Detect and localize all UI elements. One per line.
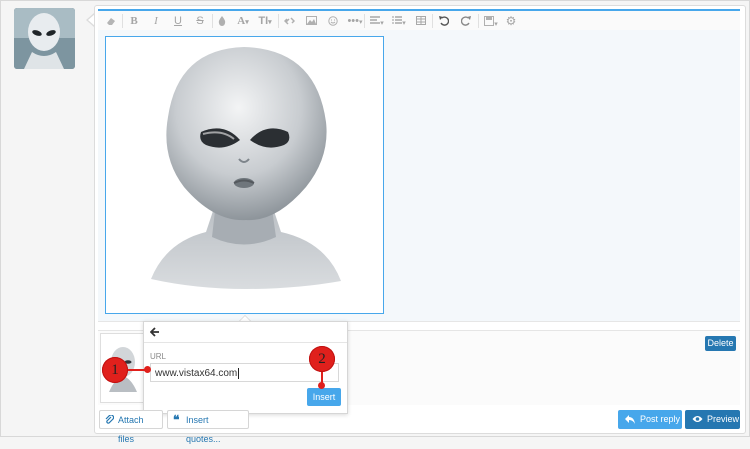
preview-button[interactable]: Preview (685, 410, 740, 429)
arrow-left-icon[interactable] (149, 325, 164, 339)
bold-icon[interactable]: B (128, 11, 140, 31)
align-icon[interactable]: ▾ (368, 11, 386, 31)
dropdown-caret-icon: ▾ (268, 19, 272, 26)
undo-icon[interactable] (437, 11, 451, 31)
message-arrow (86, 13, 95, 27)
callout-two: 2 (309, 346, 335, 372)
image-icon[interactable] (304, 11, 318, 31)
inserted-alien-image[interactable] (105, 36, 384, 314)
post-reply-button[interactable]: Post reply (618, 410, 682, 429)
editor-toolbar: B I U S A▾ TI▾ •••▾ ▾ ▾ ▾ ⚙ (98, 9, 740, 32)
toolbar-separator (364, 14, 365, 28)
font-size-icon[interactable]: TI▾ (256, 11, 274, 31)
attach-files-button[interactable]: Attach files (99, 410, 163, 444)
table-icon[interactable] (414, 11, 428, 31)
toolbar-separator (432, 14, 433, 28)
url-label: URL (150, 352, 167, 361)
more-options-icon[interactable]: •••▾ (346, 11, 364, 31)
strike-icon[interactable]: S (194, 11, 206, 31)
avatar[interactable] (14, 8, 75, 69)
insert-button[interactable]: Insert (307, 388, 341, 406)
text-cursor (238, 367, 240, 379)
paperclip-icon (105, 411, 115, 432)
post-reply-label: Post reply (640, 414, 681, 424)
insert-quotes-label: Insert quotes... (186, 415, 221, 444)
toolbar-separator (122, 14, 123, 28)
gear-icon[interactable]: ⚙ (504, 11, 518, 31)
insert-quotes-button[interactable]: ❝ Insert quotes... (167, 410, 249, 444)
dropdown-caret-icon: ▾ (245, 18, 249, 26)
save-draft-icon[interactable]: ▾ (482, 11, 500, 31)
font-size-glyph: TI (258, 15, 269, 27)
eraser-icon[interactable] (104, 11, 118, 31)
toolbar-separator (478, 14, 479, 28)
font-color-icon[interactable]: A▾ (234, 11, 252, 31)
callout-one: 1 (102, 357, 128, 383)
list-icon[interactable]: ▾ (390, 11, 408, 31)
smilie-icon[interactable] (326, 11, 340, 31)
underline-icon[interactable]: U (172, 11, 184, 31)
color-drop-icon[interactable] (216, 11, 228, 31)
alien-avatar-image (14, 8, 75, 69)
callout-one-pointer (144, 366, 151, 373)
callout-two-pointer (318, 382, 325, 389)
popup-header (144, 322, 347, 343)
alien-bust-image (151, 47, 341, 289)
eye-icon (692, 410, 703, 430)
preview-label: Preview (707, 414, 740, 424)
attach-files-label: Attach files (118, 415, 144, 444)
redo-icon[interactable] (459, 11, 473, 31)
quote-icon: ❝ (173, 413, 180, 427)
toolbar-separator (212, 14, 213, 28)
link-icon[interactable] (282, 11, 296, 31)
reply-icon (625, 410, 635, 431)
toolbar-separator (278, 14, 279, 28)
italic-icon[interactable]: I (150, 11, 162, 31)
url-input-value: www.vistax64.com (155, 368, 238, 379)
delete-attachment-button[interactable]: Delete (705, 336, 736, 351)
